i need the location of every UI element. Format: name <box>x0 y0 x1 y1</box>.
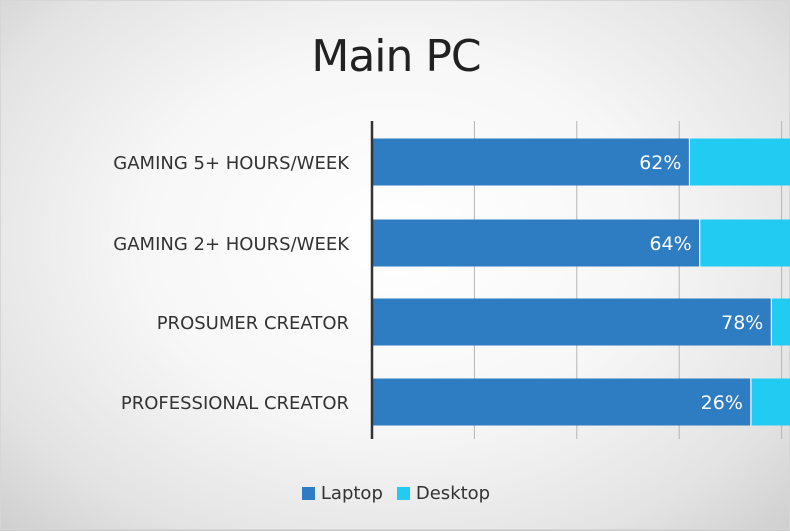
value-label-laptop-0: 62% <box>639 152 681 174</box>
bar-desktop-1 <box>699 219 790 267</box>
legend-swatch-laptop <box>301 487 315 500</box>
bar-desktop-2 <box>771 298 790 346</box>
category-label-1: GAMING 2+ HOURS/WEEK <box>113 234 350 255</box>
legend-label-desktop: Desktop <box>415 483 491 504</box>
category-label-2: PROSUMER CREATOR <box>157 313 349 334</box>
legend-swatch-desktop <box>396 487 410 500</box>
legend-item-desktop: Desktop <box>396 483 491 504</box>
legend: Laptop Desktop <box>1 483 790 504</box>
value-label-laptop-1: 64% <box>649 233 691 255</box>
value-label-laptop-3: 26% <box>701 392 743 414</box>
legend-label-laptop: Laptop <box>320 483 383 504</box>
chart-plot: 62%38%GAMING 5+ HOURS/WEEK64%36%GAMING 2… <box>113 121 790 439</box>
category-label-0: GAMING 5+ HOURS/WEEK <box>113 153 350 174</box>
bar-laptop-3 <box>372 378 751 426</box>
chart-card: Main PC 62%38%GAMING 5+ HOURS/WEEK64%36%… <box>0 0 790 530</box>
category-label-3: PROFESSIONAL CREATOR <box>121 393 349 414</box>
bar-laptop-2 <box>372 298 772 346</box>
bar-desktop-0 <box>689 138 790 186</box>
legend-item-laptop: Laptop <box>301 483 383 504</box>
bar-desktop-3 <box>750 378 790 426</box>
value-label-laptop-2: 78% <box>721 312 763 334</box>
